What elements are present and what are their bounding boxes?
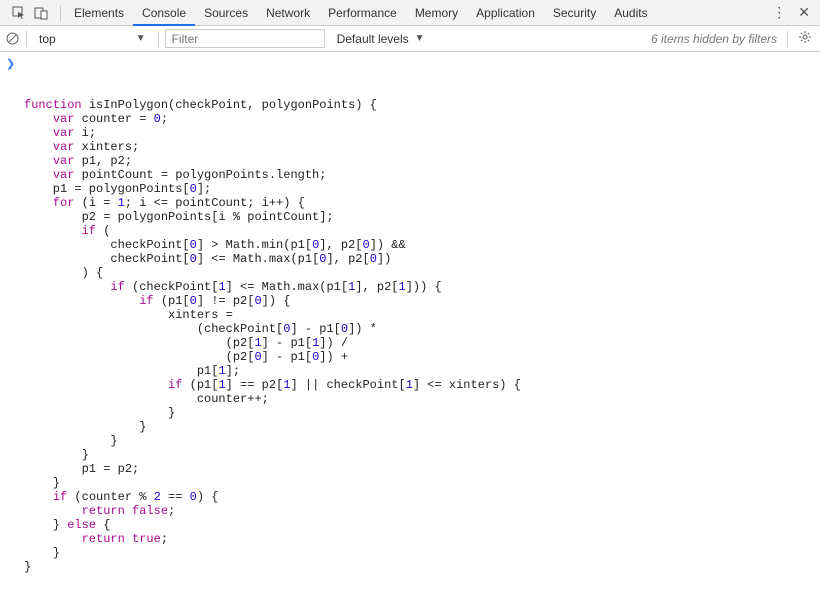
code-line: p1 = polygonPoints[0]; — [24, 182, 820, 196]
tab-memory[interactable]: Memory — [406, 0, 467, 26]
code-line: var counter = 0; — [24, 112, 820, 126]
tab-elements[interactable]: Elements — [65, 0, 133, 26]
code-line: } — [24, 406, 820, 420]
code-line: } — [24, 546, 820, 560]
console-filter-bar: top ▼ Default levels ▼ 6 items hidden by… — [0, 26, 820, 52]
chevron-down-icon: ▼ — [136, 33, 146, 44]
prompt-chevron-icon: ❯ — [6, 58, 15, 72]
code-line: checkPoint[0] > Math.min(p1[0], p2[0]) &… — [24, 238, 820, 252]
filter-input[interactable] — [165, 29, 325, 48]
levels-label: Default levels — [337, 32, 409, 46]
code-line: function isInPolygon(checkPoint, polygon… — [24, 98, 820, 112]
code-line: } — [24, 434, 820, 448]
tab-bar-left-icons — [4, 6, 56, 20]
inspect-icon[interactable] — [12, 6, 26, 20]
code-line: if (counter % 2 == 0) { — [24, 490, 820, 504]
console-input-code[interactable]: function isInPolygon(checkPoint, polygon… — [2, 98, 820, 574]
tab-sources[interactable]: Sources — [195, 0, 257, 26]
settings-gear-icon[interactable] — [794, 30, 816, 47]
tab-audits[interactable]: Audits — [605, 0, 656, 26]
tabs-container: ElementsConsoleSourcesNetworkPerformance… — [65, 0, 657, 26]
code-line: if (p1[1] == p2[1] || checkPoint[1] <= x… — [24, 378, 820, 392]
code-line: } else { — [24, 518, 820, 532]
context-label: top — [39, 32, 56, 46]
code-line: } — [24, 560, 820, 574]
code-line: if (checkPoint[1] <= Math.max(p1[1], p2[… — [24, 280, 820, 294]
code-line: return false; — [24, 504, 820, 518]
code-line: xinters = — [24, 308, 820, 322]
log-levels-select[interactable]: Default levels ▼ — [331, 32, 431, 46]
tab-security[interactable]: Security — [544, 0, 605, 26]
tab-bar-right: ⋮ ✕ — [772, 4, 816, 21]
code-line: p2 = polygonPoints[i % pointCount]; — [24, 210, 820, 224]
code-line: checkPoint[0] <= Math.max(p1[0], p2[0]) — [24, 252, 820, 266]
code-line: if ( — [24, 224, 820, 238]
clear-console-icon[interactable] — [4, 31, 20, 47]
divider — [787, 31, 788, 47]
devtools-tab-bar: ElementsConsoleSourcesNetworkPerformance… — [0, 0, 820, 26]
code-line: counter++; — [24, 392, 820, 406]
code-line: var pointCount = polygonPoints.length; — [24, 168, 820, 182]
code-line: } — [24, 448, 820, 462]
code-line: (checkPoint[0] - p1[0]) * — [24, 322, 820, 336]
device-toggle-icon[interactable] — [34, 6, 48, 20]
divider — [26, 31, 27, 47]
code-line: var i; — [24, 126, 820, 140]
code-line: (p2[1] - p1[1]) / — [24, 336, 820, 350]
code-line: p1 = p2; — [24, 462, 820, 476]
tab-network[interactable]: Network — [257, 0, 319, 26]
close-icon[interactable]: ✕ — [798, 4, 810, 21]
code-line: return true; — [24, 532, 820, 546]
more-icon[interactable]: ⋮ — [772, 4, 786, 21]
divider — [60, 5, 61, 21]
tab-application[interactable]: Application — [467, 0, 544, 26]
code-line: } — [24, 420, 820, 434]
execution-context-select[interactable]: top ▼ — [33, 29, 152, 49]
code-line: p1[1]; — [24, 364, 820, 378]
code-line: if (p1[0] != p2[0]) { — [24, 294, 820, 308]
tab-console[interactable]: Console — [133, 0, 195, 26]
code-line: (p2[0] - p1[0]) + — [24, 350, 820, 364]
code-line: ) { — [24, 266, 820, 280]
divider — [158, 31, 159, 47]
chevron-down-icon: ▼ — [415, 33, 425, 44]
code-line: } — [24, 476, 820, 490]
hidden-items-info: 6 items hidden by filters — [651, 32, 781, 46]
console-body[interactable]: ❯ function isInPolygon(checkPoint, polyg… — [0, 52, 820, 592]
tab-performance[interactable]: Performance — [319, 0, 406, 26]
code-line: for (i = 1; i <= pointCount; i++) { — [24, 196, 820, 210]
code-line: var xinters; — [24, 140, 820, 154]
code-line: var p1, p2; — [24, 154, 820, 168]
